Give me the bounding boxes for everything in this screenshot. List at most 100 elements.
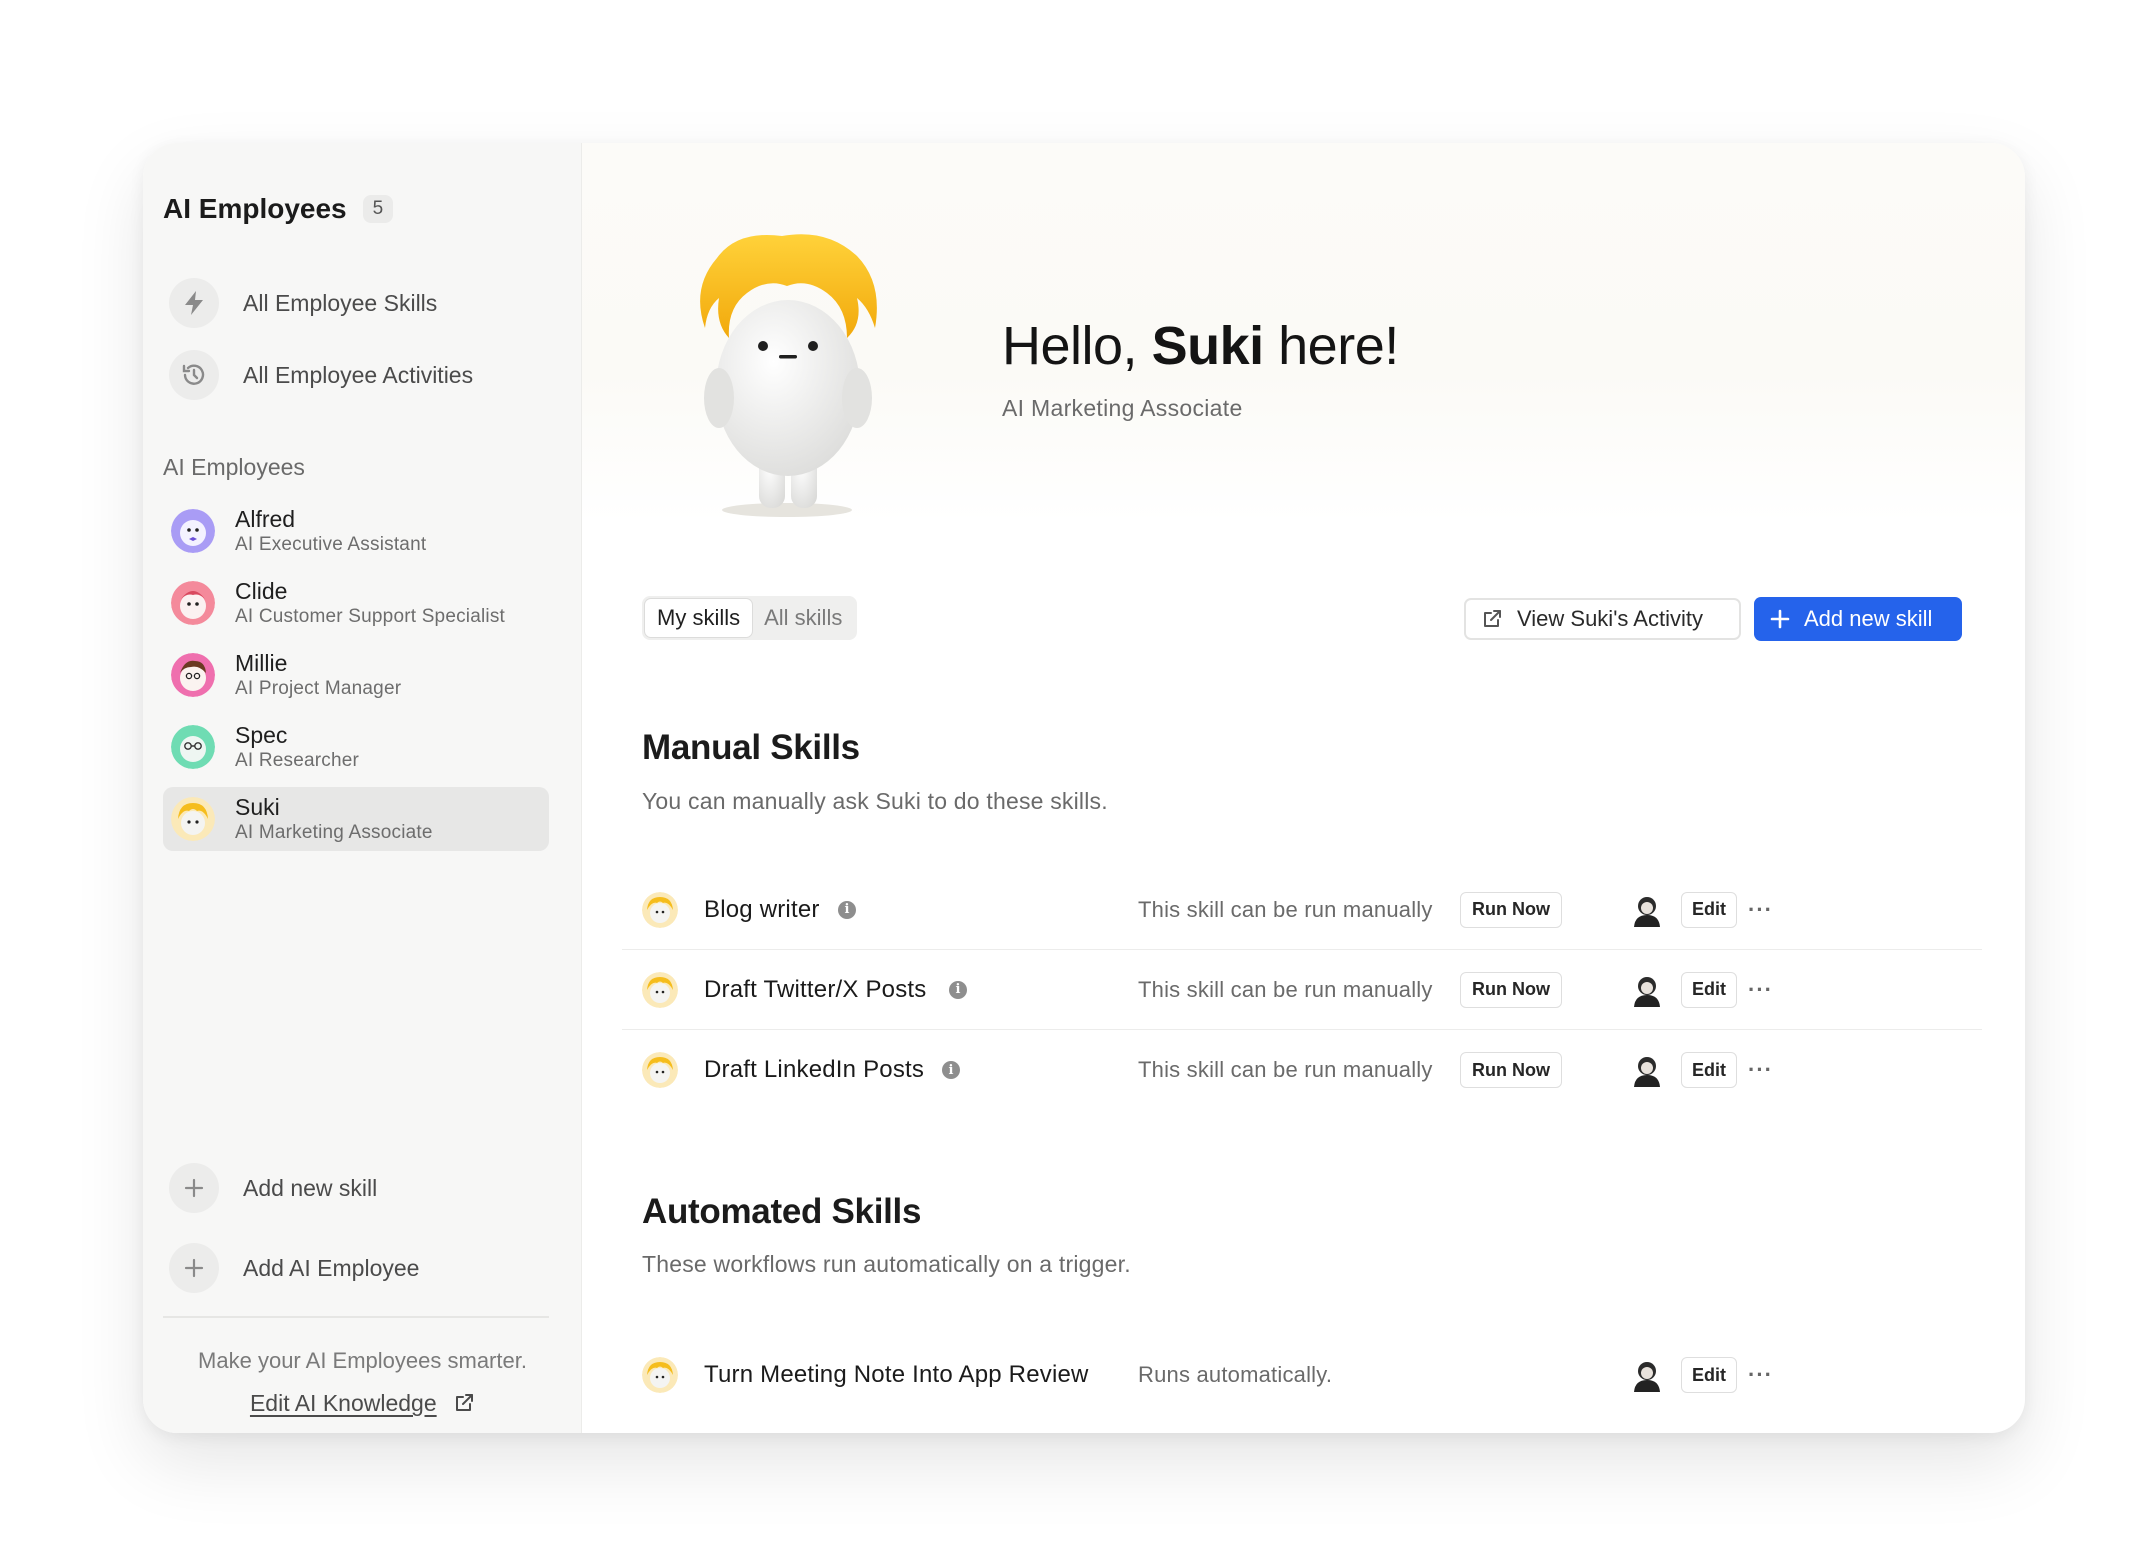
employee-item-spec[interactable]: Spec AI Researcher (163, 715, 549, 779)
employee-role: AI Researcher (235, 750, 360, 771)
manual-skills-description: You can manually ask Suki to do these sk… (642, 788, 1108, 814)
skill-row-draft-linkedin-posts: Draft LinkedIn Posts i This skill can be… (622, 1030, 1982, 1110)
tab-all-skills[interactable]: All skills (752, 599, 854, 637)
add-new-skill-label: Add new skill (1804, 606, 1933, 631)
owner-avatar[interactable] (1631, 973, 1663, 1007)
sidebar-footer-text: Make your AI Employees smarter. (198, 1348, 527, 1373)
more-options-icon[interactable]: ··· (1748, 897, 1773, 923)
history-icon (169, 350, 219, 400)
add-new-skill-button[interactable]: Add new skill (1754, 597, 1962, 641)
main-content: Hello, Suki here! AI Marketing Associate… (582, 143, 2025, 1433)
sidebar-add-employee-button[interactable]: Add AI Employee (169, 1228, 559, 1308)
avatar (642, 891, 678, 928)
employee-list: Alfred AI Executive Assistant Clide AI C… (163, 499, 549, 859)
sidebar-add-skill-button[interactable]: Add new skill (169, 1148, 559, 1228)
nav-all-employee-skills[interactable]: All Employee Skills (169, 267, 559, 339)
plus-icon (169, 1163, 219, 1213)
edit-button[interactable]: Edit (1681, 891, 1737, 928)
greeting-suffix: here! (1278, 316, 1399, 376)
employee-name: Alfred (235, 506, 296, 532)
info-icon[interactable]: i (942, 1061, 960, 1079)
nav-label: All Employee Skills (243, 289, 438, 316)
hero-role: AI Marketing Associate (1002, 395, 1243, 421)
avatar (171, 653, 215, 697)
info-icon[interactable]: i (838, 900, 856, 919)
external-link-icon (456, 1394, 474, 1411)
manual-skills-title: Manual Skills (642, 728, 860, 767)
external-link-icon (1484, 610, 1501, 627)
employee-count-badge: 5 (362, 195, 394, 223)
automated-skills-title: Automated Skills (642, 1192, 922, 1231)
employee-item-alfred[interactable]: Alfred AI Executive Assistant (163, 499, 549, 563)
skill-status: This skill can be run manually (1138, 976, 1433, 1002)
skill-status: Runs automatically. (1138, 1362, 1333, 1387)
employee-item-suki[interactable]: Suki AI Marketing Associate (163, 787, 549, 851)
more-options-icon[interactable]: ··· (1748, 1362, 1773, 1388)
info-icon[interactable]: i (949, 980, 967, 999)
skills-tabs: My skills All skills (642, 596, 858, 640)
avatar (642, 1357, 678, 1393)
nav-label: All Employee Activities (243, 361, 474, 388)
view-activity-button[interactable]: View Suki's Activity (1464, 598, 1741, 640)
skill-status: This skill can be run manually (1138, 896, 1433, 922)
employee-name-highlight: Suki (1151, 316, 1265, 376)
employee-item-clide[interactable]: Clide AI Customer Support Specialist (163, 571, 549, 635)
avatar (642, 971, 678, 1008)
hero-greeting: Hello, Suki here! (1002, 315, 1399, 377)
sidebar-divider (163, 1316, 549, 1318)
avatar (171, 581, 215, 625)
sidebar-nav: All Employee Skills All Employee Activit… (169, 267, 559, 411)
sidebar-title: AI Employees (163, 193, 347, 224)
avatar (171, 797, 215, 841)
avatar (642, 1052, 678, 1088)
plus-icon (1770, 609, 1790, 629)
edit-ai-knowledge-link[interactable]: Edit AI Knowledge (143, 1390, 582, 1417)
plus-icon (169, 1243, 219, 1293)
skill-row-draft-twitter-posts: Draft Twitter/X Posts i This skill can b… (622, 950, 1982, 1030)
run-now-button[interactable]: Run Now (1460, 1052, 1562, 1088)
employee-name: Millie (235, 650, 288, 676)
add-skill-label: Add new skill (243, 1174, 378, 1201)
add-employee-label: Add AI Employee (243, 1254, 420, 1281)
edit-button[interactable]: Edit (1681, 971, 1737, 1008)
run-now-button[interactable]: Run Now (1460, 891, 1562, 928)
edit-button[interactable]: Edit (1681, 1052, 1737, 1088)
skill-name[interactable]: Draft LinkedIn Posts (704, 1056, 924, 1084)
employee-role: AI Executive Assistant (235, 534, 427, 555)
employee-item-millie[interactable]: Millie AI Project Manager (163, 643, 549, 707)
owner-avatar[interactable] (1631, 1358, 1663, 1392)
employee-role: AI Marketing Associate (235, 822, 433, 843)
employee-name: Suki (235, 794, 280, 820)
edit-button[interactable]: Edit (1681, 1357, 1737, 1393)
employee-role: AI Project Manager (235, 678, 402, 699)
edit-ai-knowledge-label: Edit AI Knowledge (249, 1390, 437, 1416)
employee-name: Clide (235, 578, 288, 604)
skill-name[interactable]: Draft Twitter/X Posts (704, 976, 927, 1004)
sidebar-bottom-actions: Add new skill Add AI Employee (169, 1148, 559, 1308)
skill-name[interactable]: Blog writer (704, 896, 820, 924)
avatar (171, 725, 215, 769)
nav-all-employee-activities[interactable]: All Employee Activities (169, 339, 559, 411)
suki-mascot-image (700, 234, 877, 517)
bolt-icon (169, 278, 219, 328)
sidebar: AI Employees 5 All Employee Skills All E… (143, 143, 582, 1433)
employee-role: AI Customer Support Specialist (235, 606, 506, 627)
tab-my-skills[interactable]: My skills (645, 599, 753, 637)
run-now-button[interactable]: Run Now (1460, 971, 1562, 1008)
employee-name: Spec (235, 722, 288, 748)
greeting-prefix: Hello, (1002, 316, 1138, 376)
owner-avatar[interactable] (1631, 893, 1663, 927)
more-options-icon[interactable]: ··· (1748, 1057, 1773, 1083)
avatar (171, 509, 215, 553)
skill-row-blog-writer: Blog writer i This skill can be run manu… (622, 870, 1982, 950)
skill-row-turn-meeting-note: Turn Meeting Note Into App Review Runs a… (622, 1335, 1982, 1415)
view-activity-label: View Suki's Activity (1517, 606, 1703, 631)
skill-name[interactable]: Turn Meeting Note Into App Review (704, 1361, 1089, 1389)
more-options-icon[interactable]: ··· (1748, 977, 1773, 1003)
automated-skills-description: These workflows run automatically on a t… (642, 1251, 1131, 1277)
employees-section-title: AI Employees (163, 454, 305, 480)
app-window: AI Employees 5 All Employee Skills All E… (143, 143, 2025, 1433)
skill-status: This skill can be run manually (1138, 1057, 1433, 1082)
sidebar-header: AI Employees 5 (163, 193, 394, 225)
owner-avatar[interactable] (1631, 1053, 1663, 1087)
